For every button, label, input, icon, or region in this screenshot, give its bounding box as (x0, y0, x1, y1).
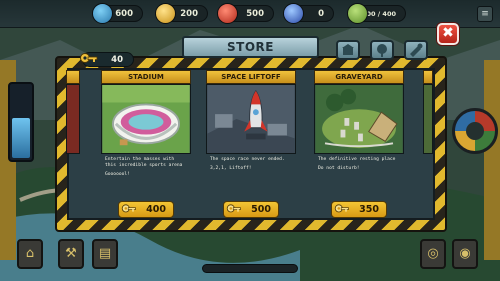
item-title: GRAVEYARD (314, 70, 404, 84)
document-icon: ▤ (98, 246, 112, 261)
food-amount: 500 (246, 8, 264, 19)
key-icon (334, 204, 349, 213)
water-amount: 600 (115, 8, 133, 19)
store-item-space-liftoff[interactable]: SPACE LIFTOFF The space race never ended… (206, 70, 296, 220)
previous-store-item[interactable] (66, 70, 80, 220)
population-resource: 200 / 400 (347, 3, 406, 24)
food-resource: 500 (217, 3, 274, 24)
item-tagline: Gooooool! (105, 172, 130, 177)
stadium-image (101, 84, 191, 154)
bomb-amount: 0 (318, 8, 324, 19)
population-icon (347, 3, 368, 24)
graveyard-image (314, 84, 404, 154)
key-balance-value: 40 (111, 54, 123, 65)
item-description-text: Entertain the masses with this incredibl… (105, 157, 183, 168)
item-description: The space race never ended. 3,2,1, Lifto… (206, 154, 296, 194)
water-gauge (8, 82, 34, 162)
store-title: STORE (182, 36, 319, 58)
water-drop-icon (92, 3, 113, 24)
bomb-icon (283, 3, 304, 24)
hammer-icon: ⚒ (65, 246, 77, 261)
radial-menu-dial[interactable] (452, 108, 498, 154)
water-gauge-fill (12, 118, 30, 158)
progress-bar (202, 264, 298, 273)
previous-item-image (66, 84, 80, 154)
build-button[interactable]: ⚒ (58, 239, 84, 269)
compass-icon: ◎ (427, 246, 439, 261)
menu-button[interactable]: ≡ (477, 6, 493, 22)
item-description: Entertain the masses with this incredibl… (101, 154, 191, 194)
compass-button[interactable]: ◎ (420, 239, 446, 269)
build-tab-icon (342, 44, 354, 55)
gold-resource: 200 (155, 3, 208, 24)
next-item-image (423, 84, 433, 154)
item-title: STADIUM (101, 70, 191, 84)
item-description-text: The definitive resting place (318, 157, 396, 162)
item-price: 500 (251, 204, 271, 215)
attack-button[interactable]: ◉ (452, 239, 478, 269)
tools-tab-icon (410, 43, 423, 57)
store-tab-build[interactable] (336, 40, 360, 60)
quests-button[interactable]: ▤ (92, 239, 118, 269)
item-tagline: 3,2,1, Liftoff! (210, 166, 252, 171)
close-button[interactable]: ✖ (437, 23, 459, 45)
buy-button[interactable]: 500 (223, 201, 279, 218)
gold-amount: 200 (180, 8, 198, 19)
home-button[interactable]: ⌂ (17, 239, 43, 269)
item-title: SPACE LIFTOFF (206, 70, 296, 84)
gold-coin-icon (155, 3, 176, 24)
water-resource: 600 (92, 3, 143, 24)
item-price: 350 (359, 204, 379, 215)
nature-tab-icon (377, 44, 387, 57)
resource-bar: 600 200 500 0 200 / 400 ≡ (0, 0, 500, 28)
next-item-title (423, 70, 433, 84)
rocket-image (206, 84, 296, 154)
next-store-item[interactable] (423, 70, 433, 220)
key-icon (80, 53, 98, 63)
meat-icon (217, 3, 238, 24)
item-description: The definitive resting place Do not dist… (314, 154, 404, 194)
key-icon (226, 204, 241, 213)
previous-item-title (66, 70, 80, 84)
store-item-graveyard[interactable]: GRAVEYARD The definitive resting place D… (314, 70, 404, 220)
key-balance: 40 (80, 52, 134, 67)
buy-button[interactable]: 400 (118, 201, 174, 218)
item-tagline: Do not disturb! (318, 166, 360, 171)
house-icon: ⌂ (25, 246, 35, 261)
target-icon: ◉ (459, 246, 471, 261)
bomb-resource: 0 (283, 3, 334, 24)
close-icon: ✖ (442, 25, 454, 41)
item-description-text: The space race never ended. (210, 157, 285, 162)
store-item-stadium[interactable]: STADIUM Entertain the masses with this i… (101, 70, 191, 220)
buy-button[interactable]: 350 (331, 201, 387, 218)
store-tab-nature[interactable] (370, 40, 394, 60)
item-price: 400 (146, 204, 166, 215)
key-icon (121, 204, 136, 213)
store-tab-tools[interactable] (404, 40, 428, 60)
